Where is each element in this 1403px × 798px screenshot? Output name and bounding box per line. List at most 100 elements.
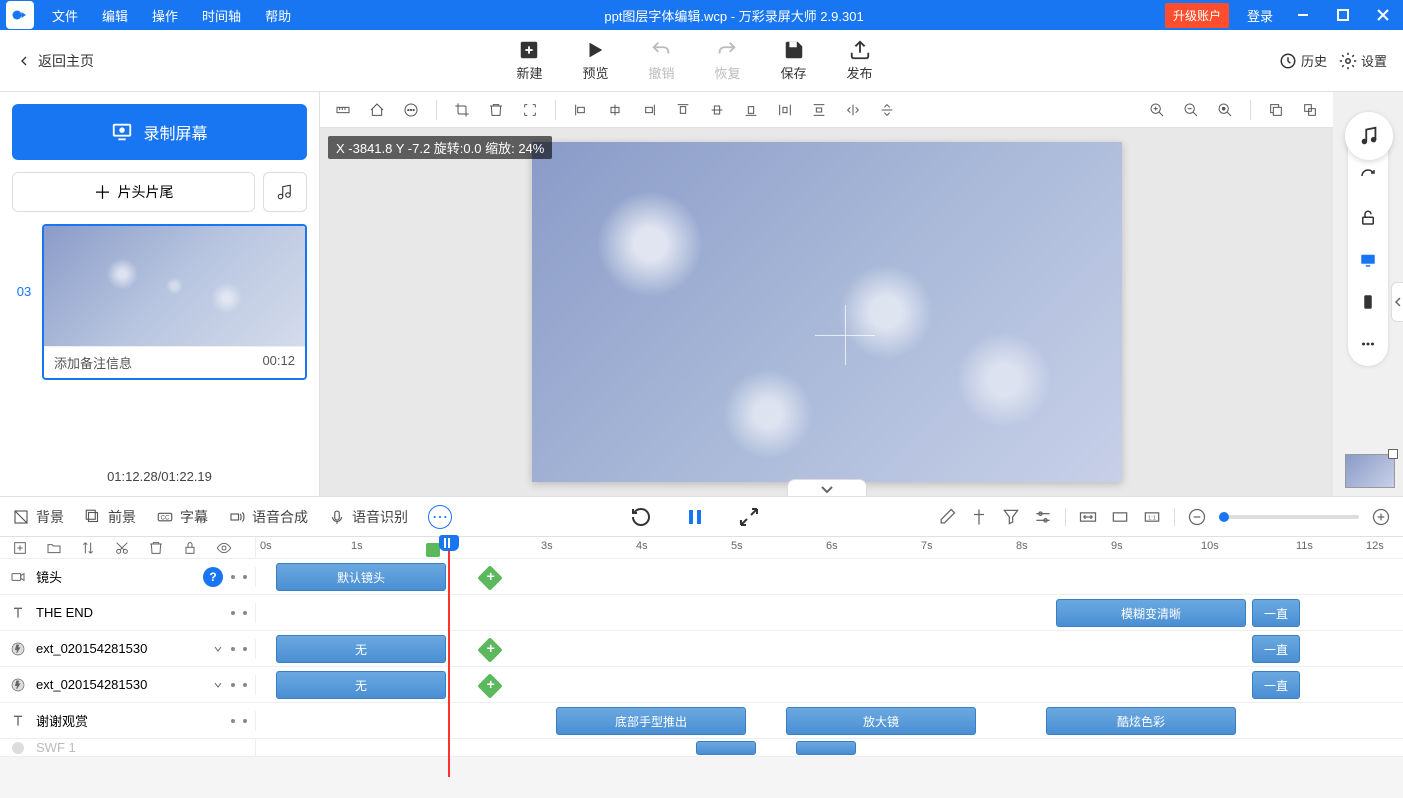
clip-none[interactable]: 无 — [276, 635, 446, 663]
clip-always[interactable]: 一直 — [1252, 635, 1300, 663]
desktop-view-tool[interactable] — [1354, 246, 1382, 274]
clip-none[interactable]: 无 — [276, 671, 446, 699]
pause-button[interactable] — [683, 505, 707, 529]
distribute-h-tool[interactable] — [770, 95, 800, 125]
focus-tool[interactable] — [515, 95, 545, 125]
maximize-button[interactable] — [1323, 0, 1363, 30]
clip-magnifier[interactable]: 放大镜 — [786, 707, 976, 735]
publish-button[interactable]: 发布 — [847, 39, 873, 82]
clip-partial[interactable] — [696, 741, 756, 755]
preview-button[interactable]: 预览 — [582, 39, 608, 82]
clip-blur-clear[interactable]: 模糊变清晰 — [1056, 599, 1246, 627]
align-top-tool[interactable] — [668, 95, 698, 125]
clip-push-bottom[interactable]: 底部手型推出 — [556, 707, 746, 735]
clip-partial[interactable] — [796, 741, 856, 755]
record-screen-button[interactable]: 录制屏幕 — [12, 104, 307, 160]
zoom-in-button[interactable] — [1371, 507, 1391, 527]
canvas-content[interactable] — [532, 142, 1122, 482]
menu-edit[interactable]: 编辑 — [90, 6, 140, 25]
zoom-slider[interactable] — [1219, 515, 1359, 519]
cut-tool[interactable] — [110, 536, 134, 560]
clip-cool-color[interactable]: 酷炫色彩 — [1046, 707, 1236, 735]
lock-tool[interactable] — [1354, 204, 1382, 232]
back-home-button[interactable]: 返回主页 — [0, 43, 110, 79]
canvas-viewport[interactable]: X -3841.8 Y -7.2 旋转:0.0 缩放: 24% — [320, 128, 1333, 496]
align-left-tool[interactable] — [566, 95, 596, 125]
home-tool[interactable] — [362, 95, 392, 125]
align-center-h-tool[interactable] — [600, 95, 630, 125]
folder-tool[interactable] — [42, 536, 66, 560]
flip-v-tool[interactable] — [872, 95, 902, 125]
more-tool[interactable] — [396, 95, 426, 125]
menu-operate[interactable]: 操作 — [140, 6, 190, 25]
add-keyframe-button[interactable] — [477, 637, 502, 662]
minimize-button[interactable] — [1283, 0, 1323, 30]
chevron-down-icon[interactable] — [213, 644, 223, 654]
clip-always[interactable]: 一直 — [1252, 599, 1300, 627]
fit-all-tool[interactable] — [1110, 507, 1130, 527]
chevron-down-icon[interactable] — [213, 680, 223, 690]
undo-button[interactable]: 撤销 — [648, 39, 674, 82]
menu-file[interactable]: 文件 — [40, 6, 90, 25]
trash-tool[interactable] — [144, 536, 168, 560]
history-button[interactable]: 历史 — [1279, 51, 1327, 70]
distribute-v-tool[interactable] — [804, 95, 834, 125]
collapse-canvas-button[interactable] — [787, 479, 867, 496]
clip-default-camera[interactable]: 默认镜头 — [276, 563, 446, 591]
zoom-out-button[interactable] — [1187, 507, 1207, 527]
mobile-view-tool[interactable] — [1354, 288, 1382, 316]
delete-tool[interactable] — [481, 95, 511, 125]
help-icon[interactable]: ? — [203, 567, 223, 587]
zoom-fit-tool[interactable] — [1210, 95, 1240, 125]
tab-subtitle[interactable]: CC字幕 — [156, 507, 208, 527]
flip-h-tool[interactable] — [838, 95, 868, 125]
ruler-tool[interactable] — [328, 95, 358, 125]
settings-button[interactable]: 设置 — [1339, 51, 1387, 70]
head-tail-button[interactable]: ＋片头片尾 — [12, 172, 255, 212]
add-keyframe-button[interactable] — [477, 565, 502, 590]
music-button[interactable] — [263, 172, 307, 212]
marker-tool[interactable] — [969, 507, 989, 527]
expand-button[interactable] — [737, 505, 761, 529]
rotate-tool[interactable] — [1354, 162, 1382, 190]
upgrade-button[interactable]: 升级账户 — [1165, 3, 1229, 28]
close-button[interactable] — [1363, 0, 1403, 30]
ratio-tool[interactable]: 1:1 — [1142, 507, 1162, 527]
tab-background[interactable]: 背景 — [12, 507, 64, 527]
menu-timeline[interactable]: 时间轴 — [190, 6, 253, 25]
tab-foreground[interactable]: 前景 — [84, 507, 136, 527]
visibility-tool[interactable] — [212, 536, 236, 560]
tab-tts[interactable]: 语音合成 — [228, 507, 308, 527]
playhead[interactable] — [448, 537, 450, 777]
align-right-tool[interactable] — [634, 95, 664, 125]
tab-more[interactable]: ⋯ — [428, 505, 452, 529]
edit-tool[interactable] — [937, 507, 957, 527]
clip-card[interactable]: 添加备注信息 00:12 — [42, 224, 307, 380]
clip-always[interactable]: 一直 — [1252, 671, 1300, 699]
mini-thumbnail[interactable] — [1345, 454, 1395, 488]
add-keyframe-button[interactable] — [477, 673, 502, 698]
clip-note-label[interactable]: 添加备注信息 — [54, 353, 132, 372]
align-bottom-tool[interactable] — [736, 95, 766, 125]
save-button[interactable]: 保存 — [781, 39, 807, 82]
sort-tool[interactable] — [76, 536, 100, 560]
copy-tool[interactable] — [1261, 95, 1291, 125]
lock-track-tool[interactable] — [178, 536, 202, 560]
paste-tool[interactable] — [1295, 95, 1325, 125]
filter-tool[interactable] — [1001, 507, 1021, 527]
zoom-out-tool[interactable] — [1176, 95, 1206, 125]
align-center-v-tool[interactable] — [702, 95, 732, 125]
login-button[interactable]: 登录 — [1237, 6, 1283, 25]
floating-music-button[interactable] — [1345, 112, 1393, 160]
new-button[interactable]: 新建 — [516, 39, 542, 82]
marker-green-icon[interactable] — [426, 543, 440, 557]
replay-button[interactable] — [629, 505, 653, 529]
add-track-tool[interactable] — [8, 536, 32, 560]
zoom-in-tool[interactable] — [1142, 95, 1172, 125]
fit-width-tool[interactable] — [1078, 507, 1098, 527]
more-view-tool[interactable] — [1354, 330, 1382, 358]
tab-asr[interactable]: 语音识别 — [328, 507, 408, 527]
crop-tool[interactable] — [447, 95, 477, 125]
redo-button[interactable]: 恢复 — [714, 39, 740, 82]
settings-tool[interactable] — [1033, 507, 1053, 527]
